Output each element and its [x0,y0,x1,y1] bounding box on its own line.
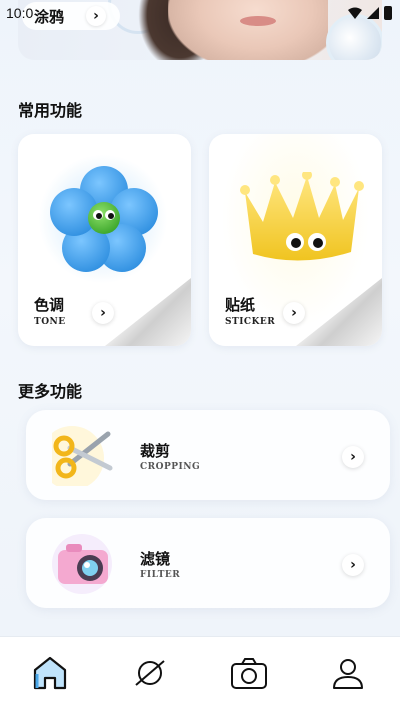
nav-profile[interactable] [328,653,368,693]
feature-card-sticker[interactable]: 贴纸 STICKER › [209,134,382,346]
signal-icon [367,7,379,19]
battery-icon [384,6,392,20]
page-curl [105,278,191,346]
planet-icon [135,660,165,686]
chevron-right-icon[interactable]: › [92,302,114,324]
status-icons [348,6,392,20]
yellow-crown-icon [240,172,364,261]
home-icon [33,656,67,690]
feature-title: 裁剪 [140,442,171,460]
camera-icon [231,658,267,689]
scissors-icon [52,426,113,486]
blue-flower-icon [50,166,158,272]
chevron-right-icon[interactable]: › [342,446,364,468]
chevron-right-icon[interactable]: › [342,554,364,576]
bottom-nav [0,636,400,712]
nav-camera[interactable] [229,653,269,693]
section-title-more: 更多功能 [18,382,83,401]
nav-explore[interactable] [130,653,170,693]
profile-icon [333,659,363,689]
feature-card-tone[interactable]: 色调 TONE › [18,134,191,346]
feature-title: 色调 [34,296,65,314]
feature-title: 滤镜 [140,550,171,568]
feature-subtitle: FILTER [140,570,181,580]
wifi-icon [348,7,362,19]
feature-row-cropping[interactable]: 裁剪 CROPPING › [26,410,390,500]
status-time: 10:0 [6,5,34,21]
nav-home[interactable] [30,653,70,693]
status-bar: 10:0 [0,0,400,26]
feature-subtitle: CROPPING [140,462,201,472]
feature-row-filter[interactable]: 滤镜 FILTER › [26,518,390,608]
section-title-common: 常用功能 [18,101,83,120]
feature-subtitle: STICKER [225,317,276,327]
feature-title: 贴纸 [225,296,256,314]
page-curl [296,278,382,346]
feature-subtitle: TONE [34,317,66,327]
chevron-right-icon[interactable]: › [283,302,305,324]
camera-icon [52,534,112,594]
